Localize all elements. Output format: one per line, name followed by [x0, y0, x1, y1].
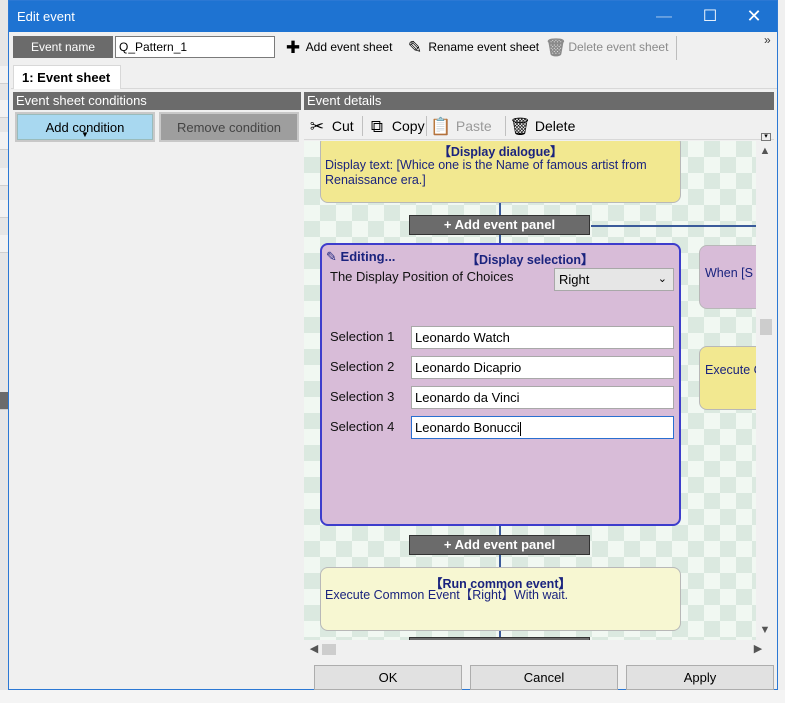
- toolbar-overflow-icon[interactable]: »: [764, 33, 771, 47]
- delete-button[interactable]: 🗑 Delete: [509, 114, 575, 138]
- background-app-left-edge: [0, 0, 8, 703]
- display-selection-event-card[interactable]: ✎ Editing... 【Display selection】 The Dis…: [320, 243, 681, 526]
- canvas-horizontal-scrollbar[interactable]: ◀ ▶: [304, 640, 762, 658]
- paste-label: Paste: [455, 118, 492, 134]
- cancel-button[interactable]: Cancel: [470, 665, 618, 690]
- event-sheet-conditions-panel: Event sheet conditions Add condition ▼ R…: [13, 92, 301, 658]
- flow-branch-line: [591, 225, 756, 227]
- event-name-label: Event name: [13, 36, 113, 58]
- caret-down-icon: ▼: [81, 130, 89, 139]
- display-position-value: Right: [559, 272, 590, 287]
- add-condition-button[interactable]: Add condition ▼: [15, 112, 155, 142]
- event-name-input[interactable]: Q_Pattern_1: [115, 36, 275, 58]
- trash-icon: 🗑: [509, 117, 531, 137]
- event-details-panel: Event details ✂ Cut ⧉ Copy 📋 Paste 🗑 Del…: [304, 92, 774, 658]
- scroll-right-icon[interactable]: ▶: [750, 640, 766, 658]
- background-app-bottom-edge: [0, 690, 785, 703]
- selection-2-label: Selection 2: [330, 359, 395, 374]
- event-flow-canvas[interactable]: 【Display dialogue】 Display text: [Whice …: [304, 141, 756, 640]
- details-panel-header: Event details: [304, 92, 774, 110]
- canvas-vertical-scrollbar[interactable]: ▾ ▲ ▼: [756, 133, 774, 640]
- rename-event-sheet-button[interactable]: ✎ Rename event sheet: [405, 36, 539, 58]
- minimize-button[interactable]: —: [641, 1, 687, 32]
- details-toolbar: ✂ Cut ⧉ Copy 📋 Paste 🗑 Delete: [304, 111, 774, 140]
- toolbar-divider: [362, 116, 363, 136]
- add-event-panel-button[interactable]: + Add event panel: [409, 215, 590, 235]
- selection-3-input[interactable]: Leonardo da Vinci: [411, 386, 674, 409]
- copy-button[interactable]: ⧉ Copy: [366, 114, 425, 138]
- title-bar[interactable]: Edit event — ☐ ✕: [9, 1, 777, 32]
- horizontal-scroll-thumb[interactable]: [322, 644, 336, 655]
- selection-3-label: Selection 3: [330, 389, 395, 404]
- cut-label: Cut: [331, 118, 354, 134]
- toolbar-divider: [426, 116, 427, 136]
- copy-label: Copy: [391, 118, 425, 134]
- pencil-icon: ✎: [407, 37, 423, 57]
- vertical-scroll-thumb[interactable]: [760, 319, 772, 335]
- sheet-tab-strip: 1: Event sheet: [11, 63, 777, 89]
- add-event-panel-button[interactable]: + Add event panel: [409, 535, 590, 555]
- display-dialogue-event-card[interactable]: 【Display dialogue】 Display text: [Whice …: [320, 141, 681, 203]
- display-position-select[interactable]: Right ⌄: [554, 268, 674, 291]
- plus-icon: ✚: [285, 37, 301, 57]
- dialog-footer: OK Cancel Apply: [9, 659, 777, 690]
- chevron-down-icon: ⌄: [657, 273, 667, 285]
- add-event-sheet-button[interactable]: ✚ Add event sheet: [283, 36, 393, 58]
- run-common-event-card[interactable]: 【Run common event】 Execute Common Event【…: [320, 567, 681, 631]
- scroll-left-icon[interactable]: ◀: [306, 640, 322, 658]
- background-stub: [0, 392, 8, 410]
- close-button[interactable]: ✕: [731, 1, 777, 32]
- background-app-right-edge: [777, 0, 785, 703]
- delete-event-sheet-label: Delete event sheet: [568, 40, 669, 54]
- apply-button[interactable]: Apply: [626, 665, 774, 690]
- background-stub: [0, 235, 8, 253]
- rename-event-sheet-label: Rename event sheet: [428, 40, 540, 54]
- toolbar-divider: [505, 116, 506, 136]
- toolbar-divider: [676, 36, 677, 60]
- ok-button[interactable]: OK: [314, 665, 462, 690]
- pencil-icon: ✎: [326, 249, 337, 264]
- text-cursor: [519, 421, 521, 436]
- selection-4-label: Selection 4: [330, 419, 395, 434]
- display-position-label: The Display Position of Choices: [330, 269, 514, 284]
- scissors-icon: ✂: [309, 117, 325, 137]
- scroll-menu-icon[interactable]: ▾: [761, 133, 771, 141]
- selection-2-input[interactable]: Leonardo Dicaprio: [411, 356, 674, 379]
- branch-condition-card[interactable]: When [S: [699, 245, 756, 309]
- scroll-down-icon[interactable]: ▼: [756, 622, 774, 638]
- background-stub: [0, 200, 8, 218]
- display-dialogue-body: Display text: [Whice one is the Name of …: [325, 158, 647, 187]
- trash-icon: 🗑: [545, 37, 567, 57]
- selection-4-value: Leonardo Bonucci: [415, 420, 520, 435]
- remove-condition-button[interactable]: Remove condition: [159, 112, 299, 142]
- scroll-up-icon[interactable]: ▲: [756, 143, 774, 159]
- conditions-panel-header: Event sheet conditions: [13, 92, 301, 110]
- background-stub: [0, 168, 8, 186]
- background-stub: [0, 132, 8, 150]
- delete-event-sheet-button[interactable]: 🗑 Delete event sheet: [545, 36, 668, 58]
- clipboard-icon: 📋: [430, 117, 452, 137]
- add-event-sheet-label: Add event sheet: [305, 40, 393, 54]
- delete-label: Delete: [534, 118, 576, 134]
- tab-event-sheet-1[interactable]: 1: Event sheet: [13, 65, 122, 89]
- display-selection-title: 【Display selection】: [466, 253, 594, 267]
- copy-icon: ⧉: [370, 117, 384, 137]
- event-toolbar: Event name Q_Pattern_1 ✚ Add event sheet…: [9, 33, 777, 61]
- cut-button[interactable]: ✂ Cut: [306, 114, 354, 138]
- paste-button[interactable]: 📋 Paste: [430, 114, 492, 138]
- maximize-button[interactable]: ☐: [687, 1, 733, 32]
- edit-event-dialog: Edit event — ☐ ✕ Event name Q_Pattern_1 …: [8, 0, 778, 690]
- selection-1-input[interactable]: Leonardo Watch: [411, 326, 674, 349]
- selection-1-label: Selection 1: [330, 329, 395, 344]
- window-title: Edit event: [17, 9, 75, 24]
- background-stub: [0, 100, 8, 118]
- run-common-event-body: Execute Common Event【Right】With wait.: [325, 588, 569, 602]
- selection-4-input[interactable]: Leonardo Bonucci: [411, 416, 674, 439]
- background-stub: [0, 66, 8, 84]
- branch-execute-card[interactable]: Execute C: [699, 346, 756, 410]
